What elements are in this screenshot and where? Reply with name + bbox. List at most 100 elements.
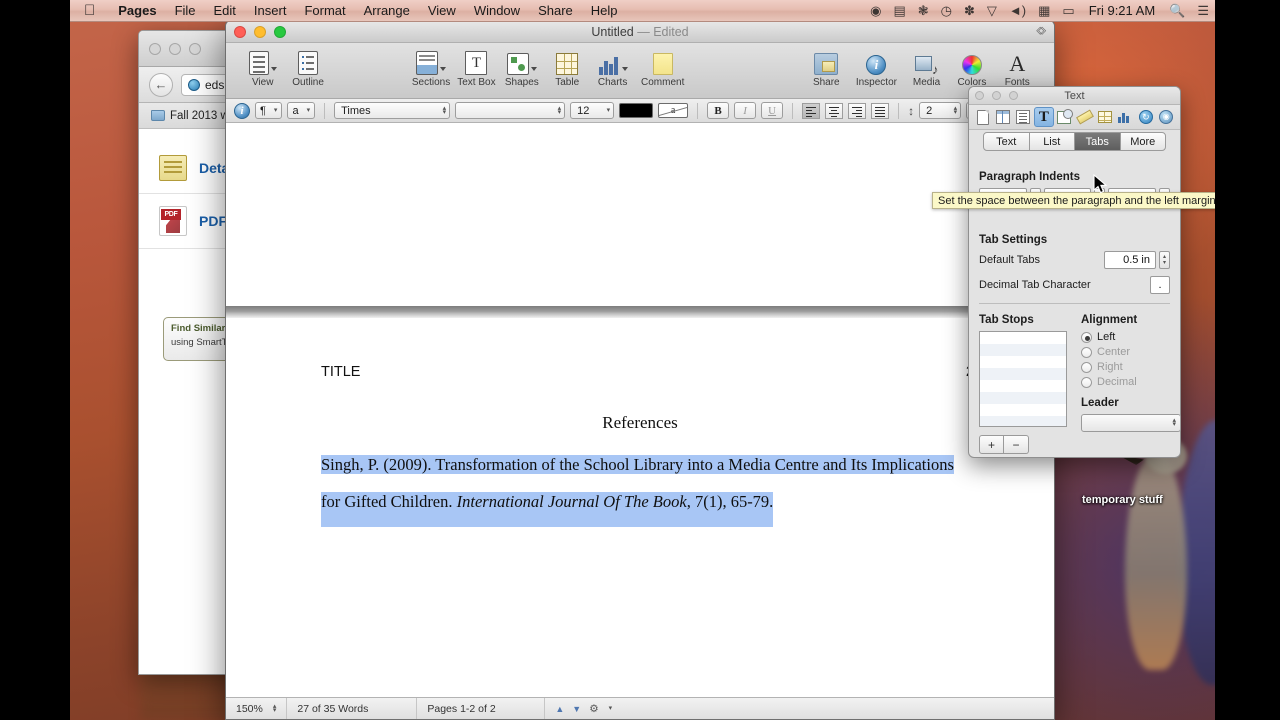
menu-item-share[interactable]: Share	[529, 0, 582, 22]
browser-minimize-button[interactable]	[169, 42, 181, 55]
inspector-titlebar[interactable]: Text	[969, 87, 1180, 105]
toolbar-table-button[interactable]: Table	[545, 47, 590, 88]
document-canvas[interactable]: TITLE 2 References Singh, P. (2009). Tra…	[226, 123, 1054, 697]
line-spacing-select[interactable]: 2 ▴ ▾	[919, 102, 962, 119]
menu-item-format[interactable]: Format	[295, 0, 354, 22]
text-color-swatch[interactable]	[619, 103, 654, 118]
default-tabs-field[interactable]: 0.5 in	[1104, 251, 1156, 269]
wifi-icon[interactable]: ▽	[981, 0, 1003, 22]
decimal-tab-field[interactable]: .	[1150, 276, 1170, 294]
font-typeface-select[interactable]: ▴ ▾	[455, 102, 566, 119]
text-expander-icon[interactable]: ▤	[887, 0, 911, 22]
add-tab-stop-button[interactable]: +	[979, 435, 1004, 454]
menu-item-help[interactable]: Help	[582, 0, 627, 22]
toolbar-inspector-button[interactable]: i Inspector	[849, 47, 904, 88]
remove-tab-stop-button[interactable]: −	[1004, 435, 1029, 454]
browser-zoom-button[interactable]	[189, 42, 201, 55]
toolbar-colors-button[interactable]: Colors	[949, 47, 994, 88]
chart-inspector-icon[interactable]	[1116, 107, 1135, 127]
toolbar-outline-button[interactable]: Outline	[285, 47, 330, 88]
align-right-button[interactable]	[848, 102, 867, 119]
notification-center-icon[interactable]: ☰	[1191, 0, 1215, 22]
dropbox-icon[interactable]: ❃	[912, 0, 935, 22]
alignment-radio-center[interactable]: Center	[1081, 346, 1181, 358]
minimize-button[interactable]	[254, 25, 266, 38]
toolbar-view-button[interactable]: View	[240, 47, 285, 88]
align-left-button[interactable]	[802, 102, 821, 119]
alignment-radio-decimal[interactable]: Decimal	[1081, 376, 1181, 388]
tab-list[interactable]: List	[1030, 133, 1075, 150]
citation-paragraph[interactable]: Singh, P. (2009). Transformation of the …	[321, 446, 982, 527]
menu-item-arrange[interactable]: Arrange	[355, 0, 419, 22]
menu-bar-clock[interactable]: Fri 9:21 AM	[1081, 0, 1163, 22]
tab-tabs[interactable]: Tabs	[1075, 133, 1121, 150]
menu-item-pages[interactable]: Pages	[109, 0, 165, 22]
underline-button[interactable]: U	[761, 102, 784, 119]
desktop-icon-label[interactable]: temporary stuff	[1082, 494, 1163, 506]
format-bar-inspector-icon[interactable]: i	[234, 102, 250, 119]
toolbar-fonts-button[interactable]: A Fonts	[995, 47, 1040, 89]
gear-icon[interactable]: ⚙	[589, 703, 598, 715]
tab-more[interactable]: More	[1121, 133, 1166, 150]
table-inspector-icon[interactable]	[1095, 107, 1114, 127]
alignment-radio-left[interactable]: Left	[1081, 331, 1181, 343]
graphic-inspector-icon[interactable]	[1055, 107, 1074, 127]
tab-stops-list[interactable]	[979, 331, 1067, 427]
toolbar-text-box-button[interactable]: T Text Box	[454, 47, 499, 88]
next-page-icon[interactable]: ▼	[572, 704, 584, 714]
menu-item-edit[interactable]: Edit	[205, 0, 245, 22]
browser-back-icon[interactable]: ←	[149, 72, 173, 97]
toolbar-sections-button[interactable]: Sections	[408, 47, 453, 88]
italic-button[interactable]: I	[734, 102, 757, 119]
character-style-button[interactable]: a ▾	[287, 102, 316, 119]
zoom-button[interactable]	[274, 25, 286, 38]
font-size-select[interactable]: 12 ▾	[570, 102, 615, 119]
toolbar-shapes-button[interactable]: Shapes	[499, 47, 544, 88]
zoom-control[interactable]: 150% ▴ ▾	[226, 697, 288, 719]
pages-traffic-lights[interactable]	[234, 25, 286, 38]
bold-button[interactable]: B	[707, 102, 730, 119]
quicktime-inspector-icon[interactable]: ◉	[1157, 107, 1176, 127]
metrics-inspector-icon[interactable]	[1075, 107, 1094, 127]
paragraph-style-button[interactable]: ¶ ▾	[255, 102, 283, 119]
font-family-select[interactable]: Times ▴ ▾	[334, 102, 451, 119]
fullscreen-icon[interactable]: ⧉	[1035, 24, 1050, 39]
close-button[interactable]	[234, 25, 246, 38]
bluetooth-icon[interactable]: ✽	[958, 0, 981, 22]
menu-item-view[interactable]: View	[419, 0, 465, 22]
battery-icon[interactable]: ▭	[1056, 0, 1080, 22]
align-center-button[interactable]	[825, 102, 844, 119]
time-machine-icon[interactable]: ◷	[935, 0, 958, 22]
apple-menu-icon[interactable]: 	[84, 3, 95, 18]
screen-record-icon[interactable]: ◉	[864, 0, 887, 22]
calendar-icon[interactable]: ▦	[1032, 0, 1056, 22]
document-inspector-icon[interactable]	[973, 107, 992, 127]
toolbar-media-button[interactable]: Media	[904, 47, 949, 88]
align-justify-button[interactable]	[871, 102, 890, 119]
volume-icon[interactable]: ◄)	[1003, 0, 1032, 22]
toolbar-share-button[interactable]: Share	[804, 47, 849, 88]
document-page-2[interactable]: TITLE 2 References Singh, P. (2009). Tra…	[226, 318, 1054, 697]
default-tabs-stepper[interactable]: ▴ ▾	[1159, 251, 1170, 269]
bookmark-fall-2013[interactable]: Fall 2013 w	[151, 110, 229, 122]
text-background-color-swatch[interactable]: a	[658, 103, 689, 118]
menu-item-file[interactable]: File	[166, 0, 205, 22]
layout-inspector-icon[interactable]	[993, 107, 1012, 127]
menu-item-insert[interactable]: Insert	[245, 0, 296, 22]
wrap-inspector-icon[interactable]	[1014, 107, 1033, 127]
text-inspector-icon[interactable]: T	[1034, 107, 1054, 127]
text-inspector-window[interactable]: Text T ↻ ◉ Text List Tabs More Paragraph…	[968, 86, 1181, 458]
browser-traffic-lights[interactable]	[149, 42, 201, 55]
alignment-radio-right[interactable]: Right	[1081, 361, 1181, 373]
tab-text[interactable]: Text	[984, 133, 1030, 150]
pages-window[interactable]: Untitled — Edited ⧉ View Outline Section…	[225, 20, 1055, 720]
toolbar-comment-button[interactable]: Comment	[635, 47, 690, 88]
menu-item-window[interactable]: Window	[465, 0, 529, 22]
leader-select[interactable]: ▴ ▾	[1081, 414, 1181, 432]
prev-page-icon[interactable]: ▲	[555, 704, 567, 714]
spotlight-search-icon[interactable]: 🔍	[1163, 0, 1191, 22]
toolbar-charts-button[interactable]: Charts	[590, 47, 635, 88]
link-inspector-icon[interactable]: ↻	[1136, 107, 1155, 127]
browser-close-button[interactable]	[149, 42, 161, 55]
document-page-1[interactable]	[226, 123, 1054, 306]
